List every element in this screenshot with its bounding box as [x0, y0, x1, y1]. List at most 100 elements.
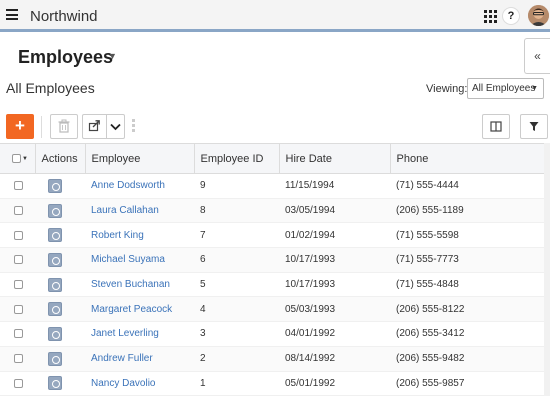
column-header-phone[interactable]: Phone [390, 143, 545, 174]
hire-date: 11/15/1994 [279, 173, 390, 199]
viewing-select-value: All Employees [472, 83, 536, 94]
employee-name-link[interactable]: Nancy Davolio [85, 371, 194, 396]
employee-name-link[interactable]: Michael Suyama [85, 247, 194, 273]
table-row[interactable]: Steven Buchanan 5 10/17/1993 (71) 555-4848 [0, 272, 544, 298]
chevron-down-icon: ▼ [22, 155, 28, 162]
column-header-employee-id[interactable]: Employee ID [194, 143, 280, 174]
phone: (71) 555-4444 [390, 173, 544, 199]
employee-name-link[interactable]: Janet Leverling [85, 321, 194, 347]
employee-name-link[interactable]: Steven Buchanan [85, 272, 194, 298]
add-button[interactable]: + [6, 114, 34, 139]
toolbar-divider [41, 116, 42, 138]
hire-date: 03/05/1994 [279, 198, 390, 224]
hire-date: 04/01/1992 [279, 321, 390, 347]
employee-name-link[interactable]: Anne Dodsworth [85, 173, 194, 199]
row-actions[interactable] [35, 173, 85, 199]
chevron-down-icon: ▼ [531, 85, 538, 92]
table-header-row: ▼ Actions Employee Employee ID Hire Date… [0, 143, 545, 174]
employee-id: 3 [194, 321, 279, 347]
employee-id: 8 [194, 198, 279, 224]
row-checkbox[interactable] [0, 272, 35, 298]
toolbar-drag-handle[interactable] [132, 119, 135, 133]
employee-name-link[interactable]: Andrew Fuller [85, 346, 194, 372]
user-avatar[interactable] [528, 5, 549, 26]
row-checkbox[interactable] [0, 371, 35, 396]
row-action-icon[interactable] [48, 252, 62, 267]
export-dropdown-button[interactable] [106, 114, 125, 139]
help-icon[interactable]: ? [502, 7, 520, 25]
table-row[interactable]: Laura Callahan 8 03/05/1994 (206) 555-1189 [0, 198, 544, 224]
view-name: All Employees [6, 80, 95, 96]
employee-id: 9 [194, 173, 279, 199]
table-row[interactable]: Andrew Fuller 2 08/14/1992 (206) 555-9482 [0, 346, 544, 372]
select-all-checkbox[interactable]: ▼ [0, 143, 36, 174]
row-checkbox[interactable] [0, 247, 35, 273]
phone: (206) 555-9482 [390, 346, 544, 372]
chevron-down-icon [110, 123, 121, 131]
viewing-label: Viewing: [426, 83, 468, 95]
employee-id: 4 [194, 296, 279, 323]
row-actions[interactable] [35, 222, 85, 249]
row-action-icon[interactable] [48, 228, 62, 243]
row-checkbox[interactable] [0, 222, 35, 249]
phone: (206) 555-3412 [390, 321, 544, 347]
employees-table: ▼ Actions Employee Employee ID Hire Date… [0, 143, 545, 396]
row-checkbox[interactable] [0, 173, 35, 199]
apps-grid-icon[interactable] [484, 10, 497, 23]
employee-id: 1 [194, 371, 279, 396]
row-actions[interactable] [35, 272, 85, 298]
row-action-icon[interactable] [48, 326, 62, 341]
row-checkbox[interactable] [0, 346, 35, 372]
phone: (206) 555-8122 [390, 296, 544, 323]
trash-icon [58, 119, 70, 133]
row-action-icon[interactable] [48, 178, 62, 193]
employee-name-link[interactable]: Margaret Peacock [85, 296, 194, 323]
row-checkbox[interactable] [0, 198, 35, 224]
row-actions[interactable] [35, 346, 85, 372]
chevron-down-icon[interactable]: ▼ [108, 51, 117, 61]
employee-id: 2 [194, 346, 279, 372]
viewing-select[interactable]: All Employees ▼ [467, 78, 544, 99]
row-action-icon[interactable] [48, 203, 62, 218]
table-row[interactable]: Janet Leverling 3 04/01/1992 (206) 555-3412 [0, 321, 544, 347]
collapse-panel-button[interactable]: « [524, 38, 550, 74]
app-title[interactable]: Northwind [30, 8, 98, 25]
phone: (71) 555-4848 [390, 272, 544, 298]
row-actions[interactable] [35, 371, 85, 396]
employee-id: 5 [194, 272, 279, 298]
employee-name-link[interactable]: Robert King [85, 222, 194, 249]
menu-icon[interactable] [6, 9, 18, 20]
filter-button[interactable] [520, 114, 548, 139]
phone: (206) 555-1189 [390, 198, 544, 224]
column-header-hire-date[interactable]: Hire Date [279, 143, 391, 174]
row-action-icon[interactable] [48, 351, 62, 366]
table-row[interactable]: Michael Suyama 6 10/17/1993 (71) 555-7773 [0, 247, 544, 273]
row-actions[interactable] [35, 247, 85, 273]
export-button[interactable] [82, 114, 107, 139]
scrollbar[interactable] [544, 143, 550, 396]
delete-button[interactable] [50, 114, 78, 139]
employee-id: 6 [194, 247, 279, 273]
employee-id: 7 [194, 222, 279, 249]
row-checkbox[interactable] [0, 296, 35, 323]
row-actions[interactable] [35, 198, 85, 224]
top-bar: Northwind ? [0, 0, 550, 32]
column-header-actions[interactable]: Actions [35, 143, 86, 174]
export-icon [88, 120, 100, 132]
phone: (71) 555-7773 [390, 247, 544, 273]
columns-icon [490, 121, 502, 132]
row-actions[interactable] [35, 321, 85, 347]
hire-date: 05/01/1992 [279, 371, 390, 396]
row-actions[interactable] [35, 296, 85, 323]
table-row[interactable]: Nancy Davolio 1 05/01/1992 (206) 555-9857 [0, 371, 544, 396]
column-header-employee[interactable]: Employee [85, 143, 195, 174]
employee-name-link[interactable]: Laura Callahan [85, 198, 194, 224]
row-checkbox[interactable] [0, 321, 35, 347]
row-action-icon[interactable] [48, 302, 62, 317]
table-row[interactable]: Robert King 7 01/02/1994 (71) 555-5598 [0, 222, 544, 249]
row-action-icon[interactable] [48, 277, 62, 292]
table-row[interactable]: Anne Dodsworth 9 11/15/1994 (71) 555-4444 [0, 173, 544, 199]
table-row[interactable]: Margaret Peacock 4 05/03/1993 (206) 555-812… [0, 296, 544, 323]
row-action-icon[interactable] [48, 376, 62, 391]
columns-button[interactable] [482, 114, 510, 139]
